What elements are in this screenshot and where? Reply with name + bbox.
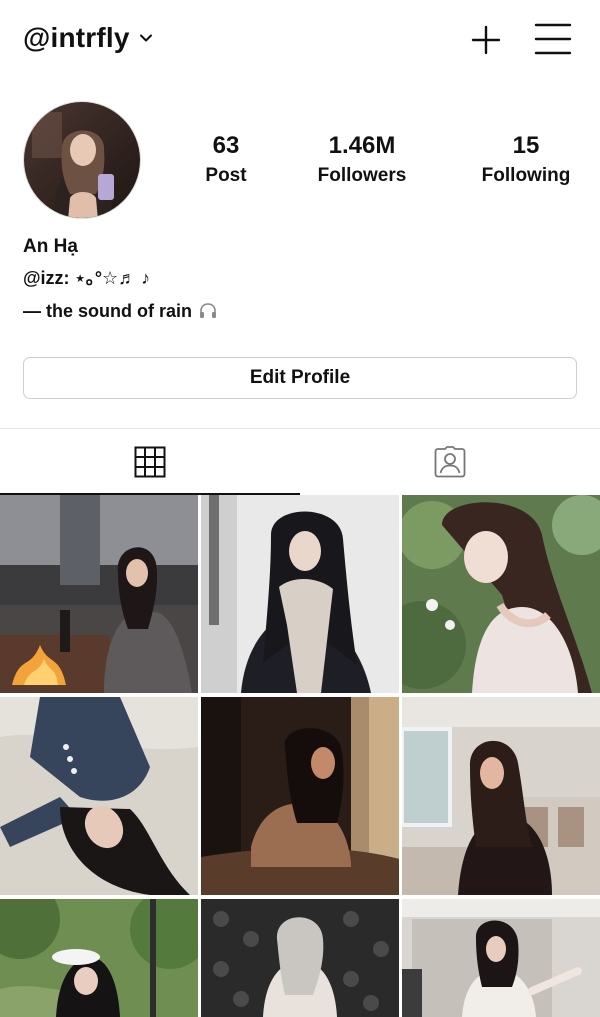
profile-tabs [0,429,600,495]
bio-text-2: — the sound of rain [23,301,192,321]
photo-thumbnail [201,899,399,1017]
post-thumbnail-2[interactable] [201,495,399,693]
photo-thumbnail [0,697,198,895]
followers-count-value: 1.46M [328,132,396,159]
bio-line-2: — the sound of rain [23,294,218,328]
tab-tagged[interactable] [300,429,600,495]
post-thumbnail-5[interactable] [201,697,399,895]
grid-icon [134,446,166,478]
photo-thumbnail [0,495,198,693]
hamburger-menu-icon[interactable] [534,22,572,56]
photo-thumbnail [402,899,600,1017]
post-thumbnail-9[interactable] [402,899,600,1017]
profile-photo [24,102,140,218]
post-thumbnail-6[interactable] [402,697,600,895]
post-thumbnail-3[interactable] [402,495,600,693]
headphones-icon [200,303,216,318]
post-count[interactable]: 63 Post [188,131,264,191]
followers-count-label: Followers [317,165,407,186]
bio-line-1: @izz: ⋆｡°☆♬ ♪ [23,261,218,295]
chevron-down-icon [139,34,152,42]
post-thumbnail-7[interactable] [0,899,198,1017]
display-name: An Hạ [23,236,78,257]
photo-thumbnail [402,495,600,693]
photo-thumbnail [201,495,399,693]
edit-profile-label: Edit Profile [249,367,351,388]
post-thumbnail-8[interactable] [201,899,399,1017]
posts-grid [0,495,600,1017]
post-thumbnail-4[interactable] [0,697,198,895]
post-count-value: 63 [212,132,240,159]
photo-thumbnail [402,697,600,895]
post-count-label: Post [205,165,247,186]
username: @intrfly [23,22,130,53]
bio: An Hạ @izz: ⋆｡°☆♬ ♪ — the sound of rain [23,233,218,328]
account-switcher[interactable]: @intrfly [23,22,154,54]
avatar[interactable] [23,101,141,219]
photo-thumbnail [201,697,399,895]
post-thumbnail-1[interactable] [0,495,198,693]
bio-text-1: @izz: ⋆｡°☆♬ ♪ [23,268,151,288]
photo-thumbnail [0,899,198,1017]
following-count-value: 15 [512,132,540,159]
following-count[interactable]: 15 Following [468,131,584,191]
following-count-label: Following [481,165,571,186]
tab-posts-grid[interactable] [0,429,300,495]
edit-profile-button[interactable]: Edit Profile [23,357,577,399]
tagged-user-icon [434,446,466,478]
plus-icon[interactable] [470,24,502,56]
top-bar: @intrfly [0,0,600,80]
followers-count[interactable]: 1.46M Followers [300,131,424,191]
